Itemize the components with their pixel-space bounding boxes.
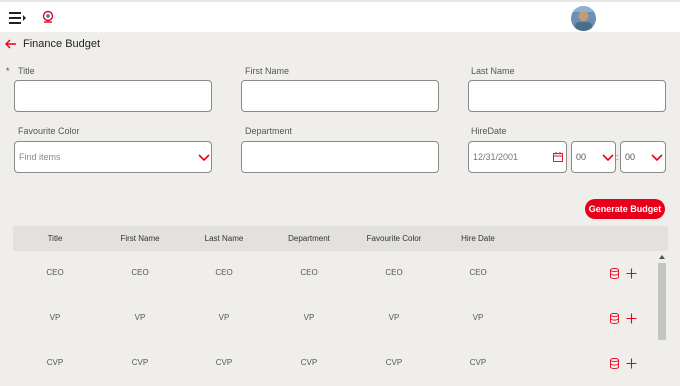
first-name-input[interactable] — [241, 80, 439, 112]
cell-favourite-color: CVP — [385, 358, 403, 367]
minute-select[interactable]: 00 — [620, 141, 666, 173]
cell-title: CEO — [46, 268, 64, 277]
first-name-label: First Name — [245, 66, 290, 76]
hire-date-value: 12/31/2001 — [473, 152, 519, 162]
plus-icon[interactable] — [626, 313, 637, 324]
cell-hire-date: VP — [472, 313, 484, 322]
cell-first-name: CVP — [131, 358, 149, 367]
app-logo-icon — [42, 10, 54, 23]
cell-hire-date: CEO — [469, 268, 487, 277]
hire-date-picker[interactable]: 12/31/2001 — [468, 141, 567, 173]
cell-department: VP — [303, 313, 315, 322]
cell-title: CVP — [46, 358, 64, 367]
column-header-department: Department — [288, 234, 330, 243]
scroll-up-icon[interactable] — [659, 255, 665, 259]
time-separator: : — [616, 152, 619, 162]
favourite-color-label: Favourite Color — [18, 126, 80, 136]
chevron-down-icon[interactable] — [197, 153, 211, 163]
menu-icon[interactable] — [9, 11, 27, 25]
hour-value: 00 — [576, 152, 587, 162]
column-header-first-name: First Name — [120, 234, 160, 243]
calendar-icon[interactable] — [553, 152, 563, 162]
cell-favourite-color: VP — [388, 313, 400, 322]
cell-department: CVP — [300, 358, 318, 367]
database-icon[interactable] — [609, 268, 620, 279]
hire-date-label: HireDate — [471, 126, 507, 136]
scrollbar-thumb[interactable] — [658, 263, 666, 340]
database-icon[interactable] — [609, 313, 620, 324]
cell-hire-date: CVP — [469, 358, 487, 367]
table-row[interactable]: CVP CVP CVP CVP CVP CVP — [13, 358, 653, 386]
column-header-last-name: Last Name — [204, 234, 244, 243]
back-arrow-icon[interactable] — [4, 37, 18, 51]
column-header-hire-date: Hire Date — [461, 234, 495, 243]
department-label: Department — [245, 126, 293, 136]
minute-value: 00 — [625, 152, 636, 162]
table-row[interactable]: CEO CEO CEO CEO CEO CEO — [13, 268, 653, 313]
chevron-down-icon[interactable] — [601, 153, 615, 163]
last-name-label: Last Name — [471, 66, 515, 76]
chevron-down-icon[interactable] — [650, 153, 664, 163]
page-title: Finance Budget — [23, 38, 101, 50]
favourite-color-dropdown[interactable]: Find items — [14, 141, 212, 173]
top-bar — [0, 0, 680, 32]
cell-favourite-color: CEO — [385, 268, 403, 277]
column-header-favourite-color: Favourite Color — [366, 234, 422, 243]
hour-select[interactable]: 00 — [571, 141, 616, 173]
cell-last-name: CEO — [215, 268, 233, 277]
cell-first-name: CEO — [131, 268, 149, 277]
cell-first-name: VP — [134, 313, 146, 322]
last-name-input[interactable] — [468, 80, 666, 112]
required-indicator: * — [6, 66, 10, 76]
table-row[interactable]: VP VP VP VP VP VP — [13, 313, 653, 358]
database-icon[interactable] — [609, 358, 620, 369]
department-input[interactable] — [241, 141, 439, 173]
title-input[interactable] — [14, 80, 212, 112]
plus-icon[interactable] — [626, 358, 637, 369]
cell-last-name: VP — [218, 313, 230, 322]
avatar[interactable] — [571, 6, 596, 31]
column-header-title: Title — [47, 234, 63, 243]
generate-budget-button[interactable]: Generate Budget — [585, 199, 665, 219]
plus-icon[interactable] — [626, 268, 637, 279]
cell-department: CEO — [300, 268, 318, 277]
title-label: Title — [18, 66, 35, 76]
table-header: Title First Name Last Name Department Fa… — [13, 226, 668, 251]
cell-title: VP — [49, 313, 61, 322]
cell-last-name: CVP — [215, 358, 233, 367]
favourite-color-placeholder: Find items — [19, 152, 61, 162]
